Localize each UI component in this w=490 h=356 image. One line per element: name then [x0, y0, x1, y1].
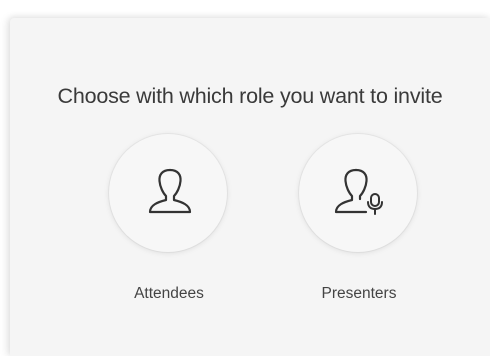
- attendees-option[interactable]: Attendees: [94, 134, 244, 302]
- invite-role-dialog: Choose with which role you want to invit…: [10, 18, 490, 356]
- person-icon: [148, 168, 192, 214]
- presenters-option[interactable]: Presenters: [284, 134, 434, 302]
- presenters-label: Presenters: [321, 285, 397, 302]
- person-microphone-icon: [334, 168, 383, 215]
- dialog-title: Choose with which role you want to invit…: [57, 84, 443, 108]
- attendees-label: Attendees: [134, 285, 204, 302]
- attendees-button[interactable]: [109, 134, 227, 252]
- presenters-button[interactable]: [299, 134, 417, 252]
